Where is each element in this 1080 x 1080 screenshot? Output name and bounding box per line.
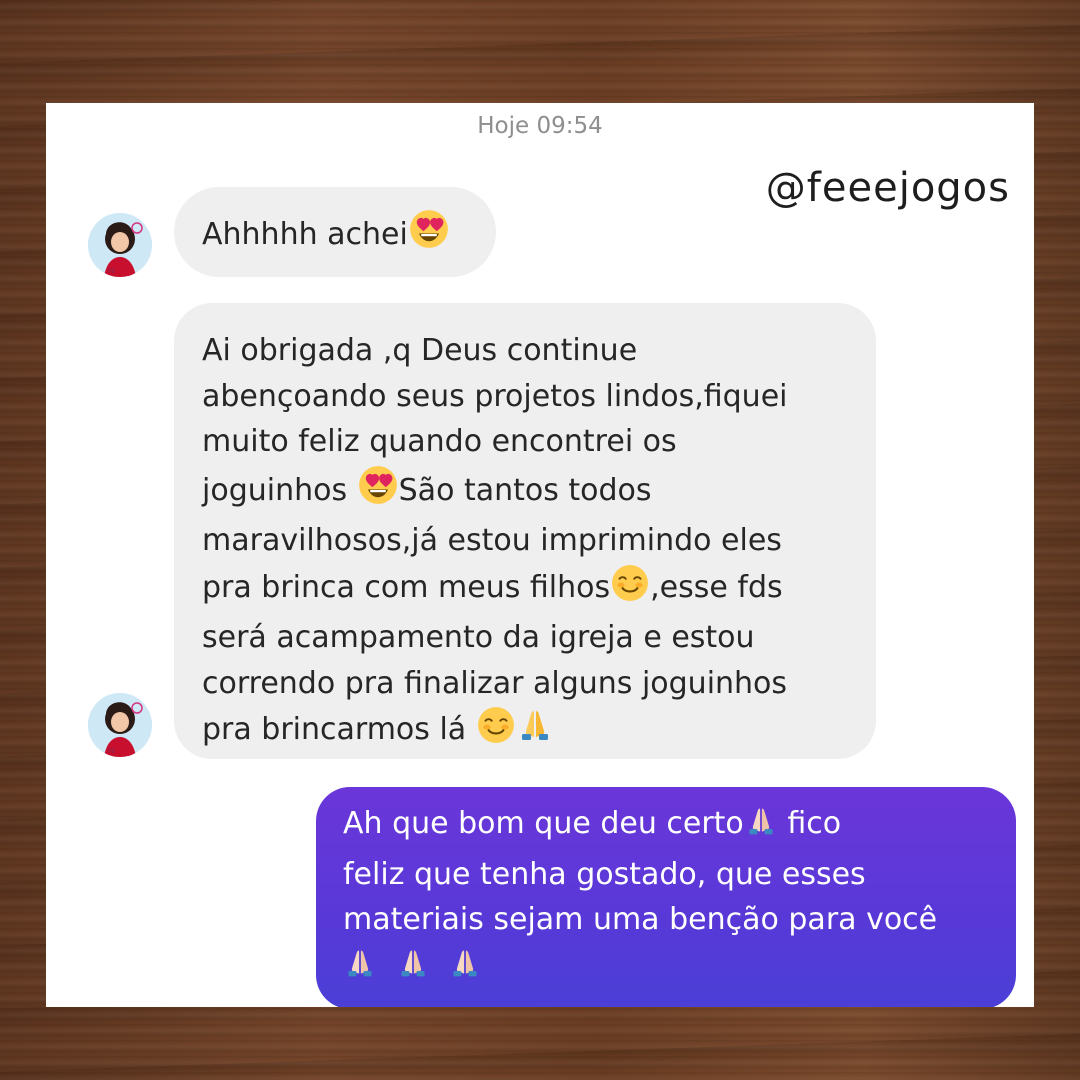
message-line: pra brincarmos lá: [202, 706, 848, 758]
message-text: São tantos todos: [398, 472, 652, 508]
message-line: maravilhosos,já estou imprimindo eles: [202, 523, 782, 558]
message-text: Ah que bom que deu certo: [343, 806, 744, 841]
message-text: Ahhhhh achei: [202, 217, 408, 252]
message-line: [343, 943, 988, 994]
sender-avatar[interactable]: [88, 693, 152, 757]
message-line: muito feliz quando encontrei os: [202, 424, 677, 459]
praying-hands-icon: [449, 946, 481, 994]
praying-hands-icon: [397, 946, 429, 994]
heart-eyes-icon: [409, 209, 449, 263]
heart-eyes-icon: [358, 465, 398, 519]
incoming-message-bubble[interactable]: Ahhhhh achei: [174, 187, 496, 277]
message-text: fico: [777, 806, 842, 841]
message-line: Ahhhhh achei: [202, 209, 468, 263]
message-text: ,esse fds: [650, 569, 783, 605]
message-line: será acampamento da igreja e estou: [202, 620, 755, 655]
message-line: Ah que bom que deu certo fico: [343, 801, 988, 852]
message-text: pra brinca com meus filhos: [202, 569, 611, 605]
message-timestamp: Hoje 09:54: [477, 113, 603, 139]
praying-hands-icon: [517, 706, 553, 758]
smiling-icon: [611, 564, 649, 616]
message-line: pra brinca com meus filhos ,esse fds: [202, 564, 848, 616]
message-line: joguinhos São tantos todos: [202, 465, 848, 519]
praying-hands-icon: [344, 946, 376, 994]
message-line: materiais sejam uma benção para você: [343, 902, 938, 937]
account-handle: @feeejogos: [765, 165, 1010, 211]
message-text: pra brincarmos lá: [202, 712, 476, 747]
message-line: Ai obrigada ,q Deus continue: [202, 333, 638, 368]
incoming-message-bubble[interactable]: Ai obrigada ,q Deus continue abençoando …: [174, 303, 876, 759]
praying-hands-icon: [745, 804, 777, 852]
message-line: correndo pra finalizar alguns joguinhos: [202, 665, 788, 701]
message-line: abençoando seus projetos lindos,fiquei: [202, 378, 788, 414]
sender-avatar[interactable]: [88, 213, 152, 277]
message-text: joguinhos: [202, 472, 357, 508]
chat-card: Hoje 09:54 @feeejogos Ahhhhh achei Ai ob…: [46, 103, 1034, 1007]
smiling-icon: [477, 706, 515, 758]
message-line: feliz que tenha gostado, que esses: [343, 856, 866, 892]
outgoing-message-bubble[interactable]: Ah que bom que deu certo fico feliz que …: [316, 787, 1016, 1007]
